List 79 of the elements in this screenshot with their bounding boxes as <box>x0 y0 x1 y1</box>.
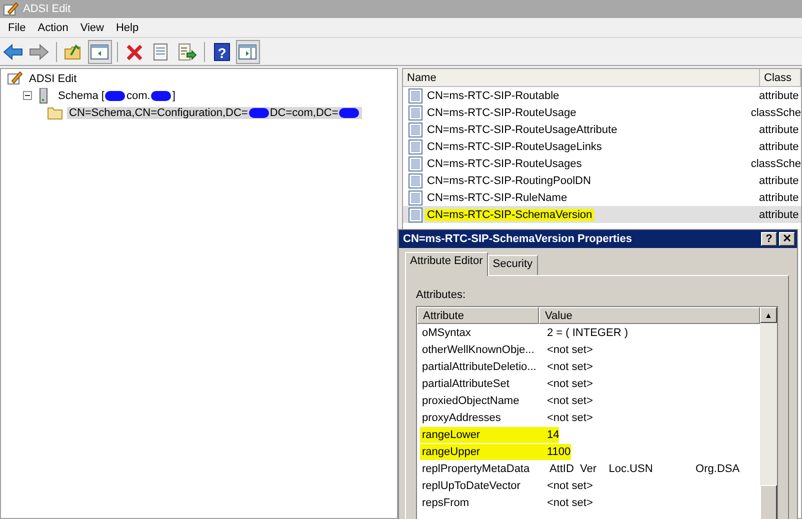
object-name: CN=ms-RTC-SIP-RouteUsageLinks <box>426 140 603 152</box>
column-header[interactable]: Name <box>403 69 760 86</box>
scroll-thumb[interactable] <box>760 485 777 519</box>
attributes-label: Attributes: <box>416 289 467 303</box>
attribute-value: 2 = ( INTEGER ) <box>547 326 628 338</box>
list-row[interactable]: CN=ms-RTC-SIP-RouteUsageAttribute attribute <box>403 121 801 138</box>
scroll-up-button[interactable]: ▲ <box>760 307 777 323</box>
attribute-value: <not set> <box>547 360 593 372</box>
tree-item[interactable]: ADSI Edit <box>27 72 79 84</box>
attribute-value: 14 <box>547 428 560 440</box>
tab[interactable]: Attribute Editor <box>405 252 488 276</box>
attribute-name: partialAttributeSet <box>421 378 510 390</box>
attribute-name: replUpToDateVector <box>421 480 522 492</box>
object-class: classSche <box>750 106 801 118</box>
object-class: attribute <box>759 192 799 204</box>
menu-item[interactable]: View <box>74 22 110 34</box>
list-row[interactable]: CN=ms-RTC-SIP-RouteUsageLinks attribute <box>403 138 801 155</box>
list-row[interactable]: CN=ms-RTC-SIP-RoutingPoolDN attribute <box>403 172 801 189</box>
attribute-name: proxiedObjectName <box>421 394 520 406</box>
list-icon <box>408 104 423 120</box>
list-row[interactable]: CN=ms-RTC-SIP-RouteUsage classSche <box>403 104 801 121</box>
object-name: CN=ms-RTC-SIP-RouteUsageAttribute <box>426 124 618 136</box>
attribute-name: rangeLower <box>421 428 482 440</box>
attribute-name: otherWellKnownObje... <box>421 344 536 356</box>
object-name: CN=ms-RTC-SIP-SchemaVersion <box>425 208 594 220</box>
menu-item[interactable]: Action <box>32 22 74 34</box>
attribute-value: <not set> <box>547 344 593 356</box>
object-class: attribute <box>759 124 799 136</box>
attribute-value: <not set> <box>547 378 593 390</box>
object-class: attribute <box>759 174 799 186</box>
list-icon <box>408 172 423 188</box>
close-button[interactable]: ✕ <box>779 232 795 246</box>
help-button[interactable]: ? <box>761 232 777 246</box>
tab[interactable]: Security <box>488 255 538 275</box>
attribute-value: <not set> <box>547 394 593 406</box>
column-header[interactable]: Attribute <box>417 307 539 324</box>
object-class: attribute <box>759 140 799 152</box>
tree-item[interactable]: Schema [ com. ] <box>56 90 178 102</box>
list-row[interactable]: CN=ms-RTC-SIP-RuleName attribute <box>403 189 801 206</box>
list-row[interactable]: CN=ms-RTC-SIP-Routable attribute <box>403 87 801 104</box>
object-class: attribute <box>759 90 799 102</box>
attribute-value: 1100 <box>547 446 571 458</box>
attribute-name: replPropertyMetaData <box>421 462 531 474</box>
attribute-name: rangeUpper <box>421 446 482 458</box>
dialog-title: CN=ms-RTC-SIP-SchemaVersion Properties <box>403 233 633 245</box>
list-icon <box>408 88 423 104</box>
collapse-toggle[interactable] <box>23 91 32 100</box>
list-icon <box>408 206 423 222</box>
column-header[interactable]: Class <box>760 69 801 86</box>
edit-icon <box>7 70 23 86</box>
menu-item[interactable]: File <box>2 22 32 34</box>
attribute-value: <not set> <box>547 480 593 492</box>
object-class: attribute <box>759 208 799 220</box>
object-name: CN=ms-RTC-SIP-RouteUsage <box>426 106 578 118</box>
attribute-value: <not set> <box>547 496 593 508</box>
attribute-value: <not set> <box>547 412 593 424</box>
attribute-value: AttID Ver Loc.USN Org.DSA <box>548 462 740 474</box>
object-class: classSche <box>750 158 801 170</box>
tree-item[interactable]: CN=Schema,CN=Configuration,DC= DC=com,DC= <box>67 106 362 118</box>
list-icon <box>408 122 423 138</box>
list-icon <box>408 190 423 206</box>
window-title: ADSI Edit <box>23 3 71 15</box>
list-row[interactable]: CN=ms-RTC-SIP-SchemaVersion attribute <box>403 206 801 223</box>
attribute-name: oMSyntax <box>421 326 472 338</box>
menu-item[interactable]: Help <box>110 22 145 34</box>
attribute-name: partialAttributeDeletio... <box>421 360 538 372</box>
object-name: CN=ms-RTC-SIP-RuleName <box>426 192 568 204</box>
list-row[interactable]: CN=ms-RTC-SIP-RouteUsages classSche <box>403 155 801 172</box>
column-header[interactable]: Value <box>539 307 760 324</box>
folder-icon <box>47 104 63 120</box>
object-name: CN=ms-RTC-SIP-RoutingPoolDN <box>426 174 592 186</box>
list-icon <box>408 138 423 154</box>
object-name: CN=ms-RTC-SIP-RouteUsages <box>426 158 583 170</box>
scrollbar[interactable]: ▲ <box>760 307 777 519</box>
edit-icon <box>3 2 19 16</box>
attribute-name: repsFrom <box>421 496 470 508</box>
attribute-name: proxyAddresses <box>421 412 502 424</box>
object-name: CN=ms-RTC-SIP-Routable <box>426 90 560 102</box>
list-icon <box>408 156 423 172</box>
